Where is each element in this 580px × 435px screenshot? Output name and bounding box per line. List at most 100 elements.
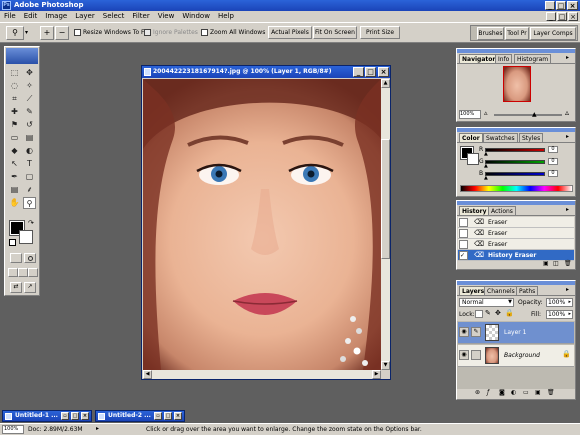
doc-minimize-button[interactable]: _ (353, 67, 364, 77)
doc-menu-minimize-button[interactable]: _ (546, 12, 556, 21)
document-title-bar[interactable]: 20044222318167914?.jpg @ 100% (Layer 1, … (142, 66, 390, 78)
scroll-right-icon[interactable]: ▶ (372, 370, 381, 379)
history-brush-tool-icon[interactable]: ↺ (23, 119, 36, 131)
channel-value-g[interactable]: 0 (548, 158, 558, 165)
pen-tool-icon[interactable]: ✒ (8, 171, 21, 183)
hand-tool-icon[interactable]: ✋ (8, 197, 21, 209)
default-colors-icon[interactable] (9, 239, 16, 246)
zoom-in-button[interactable]: + (40, 26, 54, 40)
lock-image-icon[interactable]: ✎ (485, 309, 491, 317)
minimized-window[interactable]: Untitled-1 ... ▫ □ × (2, 410, 92, 422)
shape-tool-icon[interactable]: ▢ (23, 171, 36, 183)
tab-channels[interactable]: Channels (484, 286, 518, 295)
doc-menu-close-button[interactable]: × (568, 12, 578, 21)
horizontal-scrollbar[interactable]: ◀ ▶ (143, 370, 381, 379)
channel-slider-b[interactable] (485, 172, 545, 176)
minimized-restore-button[interactable]: ▫ (61, 412, 69, 420)
menu-edit[interactable]: Edit (20, 11, 42, 22)
color-spectrum-bar[interactable] (460, 185, 573, 192)
menu-image[interactable]: Image (41, 11, 71, 22)
screen-mode-full-menu-icon[interactable] (18, 268, 28, 277)
history-source-checkbox[interactable] (459, 240, 468, 249)
minimized-close-button[interactable]: × (81, 412, 89, 420)
channel-value-b[interactable]: 0 (548, 170, 558, 177)
tab-navigator[interactable]: Navigator (459, 54, 499, 63)
minimized-maximize-button[interactable]: □ (164, 412, 172, 420)
tab-history[interactable]: History (459, 206, 490, 215)
history-item[interactable]: ⌫ Eraser (458, 228, 574, 239)
layer-mask-icon[interactable]: ◙ (499, 389, 505, 396)
eyedropper-tool-icon[interactable]: ⸙ (23, 184, 36, 196)
palette-well-tab-layer-comps[interactable]: Layer Comps (530, 27, 576, 40)
screen-mode-standard-icon[interactable] (8, 268, 18, 277)
lock-all-icon[interactable]: 🔒 (505, 309, 514, 317)
doc-menu-restore-button[interactable]: □ (557, 12, 567, 21)
zoom-out-button[interactable]: − (55, 26, 69, 40)
lasso-tool-icon[interactable]: ◌ (8, 80, 21, 92)
dodge-tool-icon[interactable]: ◐ (23, 145, 36, 157)
channel-slider-thumb[interactable]: ▲ (484, 151, 488, 157)
minimized-restore-button[interactable]: ▫ (154, 412, 162, 420)
zoom-in-small-icon[interactable]: ▵ (565, 108, 569, 117)
background-color-swatch[interactable] (19, 230, 33, 244)
eraser-tool-icon[interactable]: ▭ (8, 132, 21, 144)
notes-tool-icon[interactable]: ▤ (8, 184, 21, 196)
layer-link-brush-icon[interactable] (471, 350, 481, 360)
doc-close-button[interactable]: × (378, 67, 389, 77)
channel-slider-g[interactable] (485, 160, 545, 164)
resize-windows-checkbox[interactable]: Resize Windows To Fit (74, 28, 148, 37)
tool-preset-dropdown-icon[interactable]: ▾ (25, 26, 33, 40)
fill-input[interactable]: 100% ▸ (546, 310, 573, 319)
doc-maximize-button[interactable]: □ (365, 67, 376, 77)
channel-slider-thumb[interactable]: ▲ (484, 163, 488, 169)
palette-menu-icon[interactable]: ▸ (566, 133, 569, 140)
layer-row[interactable]: ◉ Background 🔒 (458, 345, 574, 367)
menu-file[interactable]: File (0, 11, 20, 22)
status-menu-icon[interactable]: ▸ (96, 425, 99, 432)
minimized-maximize-button[interactable]: □ (71, 412, 79, 420)
history-item[interactable]: ⌫ Eraser (458, 217, 574, 228)
tab-swatches[interactable]: Swatches (483, 133, 518, 142)
minimize-button[interactable]: _ (545, 1, 555, 10)
layer-link-brush-icon[interactable]: ✎ (471, 327, 481, 337)
palette-well-tab-tool-presets[interactable]: Tool Pr (505, 27, 529, 40)
zoom-all-windows-checkbox[interactable]: Zoom All Windows (201, 28, 265, 37)
minimized-close-button[interactable]: × (174, 412, 182, 420)
tab-info[interactable]: Info (495, 54, 513, 63)
zoom-tool-icon[interactable]: ⚲ (23, 197, 36, 209)
minimized-window[interactable]: Untitled-2 ... ▫ □ × (95, 410, 185, 422)
move-tool-icon[interactable]: ✥ (23, 67, 36, 79)
fit-on-screen-button[interactable]: Fit On Screen (313, 26, 357, 39)
vertical-scrollbar[interactable]: ▲ ▼ (381, 79, 390, 370)
palette-menu-icon[interactable]: ▸ (566, 206, 569, 213)
clone-stamp-tool-icon[interactable]: ⚑ (8, 119, 21, 131)
lock-transparency-icon[interactable] (475, 310, 483, 318)
screen-mode-full-icon[interactable] (28, 268, 38, 277)
tab-histogram[interactable]: Histogram (514, 54, 552, 63)
marquee-tool-icon[interactable]: ⬚ (8, 67, 21, 79)
gradient-tool-icon[interactable]: ▤ (23, 132, 36, 144)
menu-layer[interactable]: Layer (71, 11, 99, 22)
visibility-eye-icon[interactable]: ◉ (459, 327, 469, 337)
new-snapshot-icon[interactable]: ◫ (553, 260, 559, 267)
tab-actions[interactable]: Actions (488, 206, 516, 215)
imageready-icon[interactable]: ↗ (24, 282, 36, 293)
quick-mask-mode-icon[interactable] (24, 253, 36, 263)
swap-colors-icon[interactable]: ↷ (28, 219, 34, 227)
palette-well-tab-brushes[interactable]: Brushes (477, 27, 504, 40)
navigator-zoom-thumb[interactable]: ▲ (532, 111, 537, 118)
tab-paths[interactable]: Paths (516, 286, 539, 295)
layer-row[interactable]: ◉ ✎ Layer 1 (458, 322, 574, 344)
navigator-preview[interactable] (503, 66, 531, 102)
scroll-down-icon[interactable]: ▼ (381, 361, 390, 370)
blur-tool-icon[interactable]: ◆ (8, 145, 21, 157)
channel-slider-thumb[interactable]: ▲ (484, 175, 488, 181)
type-tool-icon[interactable]: T (23, 158, 36, 170)
tab-color[interactable]: Color (459, 133, 483, 142)
menu-view[interactable]: View (154, 11, 179, 22)
navigator-zoom-value[interactable]: 100% (459, 110, 481, 119)
link-layers-icon[interactable]: ⊛ (475, 389, 480, 396)
scroll-left-icon[interactable]: ◀ (143, 370, 152, 379)
menu-window[interactable]: Window (178, 11, 214, 22)
history-source-checkbox[interactable] (459, 229, 468, 238)
